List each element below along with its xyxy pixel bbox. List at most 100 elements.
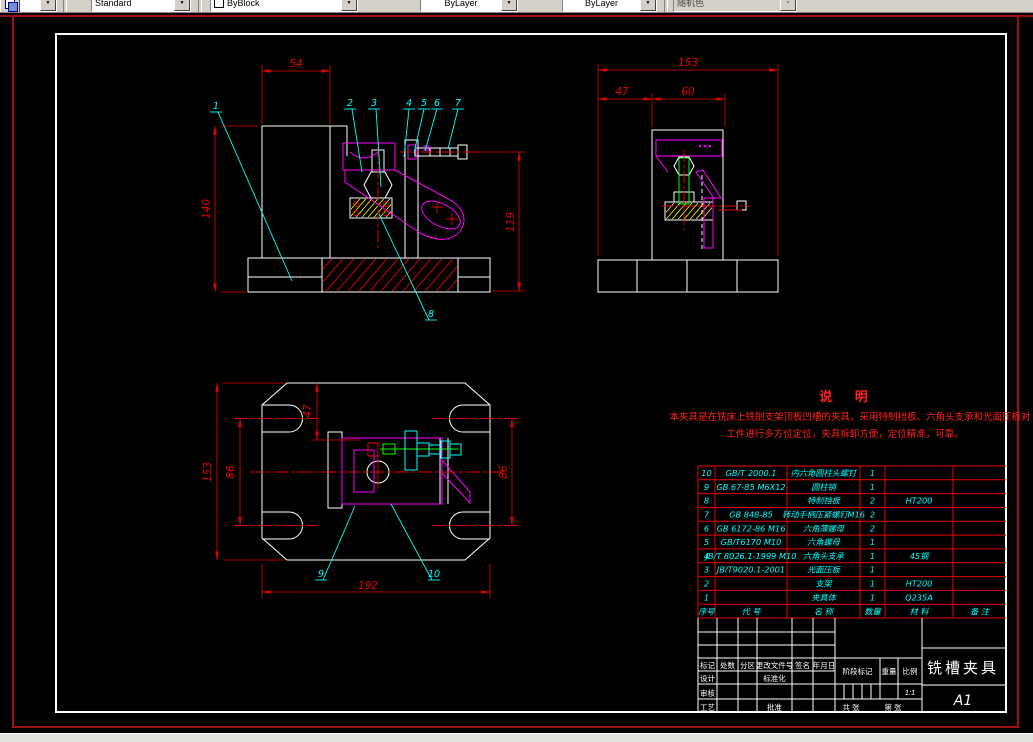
bom-cell-text: GB/T 2000.1: [726, 468, 777, 478]
dim-text: 54: [289, 58, 302, 70]
top-leader-lines: [315, 503, 440, 581]
bom-cell-text: 9: [704, 482, 709, 492]
role-label-approve: 批准: [767, 702, 782, 712]
front-view: 54 140 119 1 2 3 4 5 6 7 8: [201, 58, 525, 321]
bom-header-text: 代 号: [742, 607, 762, 617]
fixture-body-plan: [341, 437, 471, 505]
cad-application-window: { "toolbar": { "combos": { "style": "Sta…: [0, 0, 1033, 742]
role-label-design: 设计: [700, 673, 715, 683]
bom-cell-text: 六角螺母: [807, 537, 841, 547]
bom-cell-text: 1: [870, 482, 875, 492]
bom-cell-text: GB/T6170 M10: [721, 537, 782, 547]
styles-manager-button[interactable]: [0, 0, 20, 12]
side-centerlines: [662, 150, 750, 230]
side-view: 153 47 60: [597, 57, 779, 293]
model-space-canvas[interactable]: 54 140 119 1 2 3 4 5 6 7 8 153 47 60 153…: [0, 0, 1033, 741]
bom-cell-text: 2: [870, 523, 875, 533]
screw-assembly-plan: [367, 430, 462, 471]
bom-cell-text: JB/T9020.1-2001: [715, 565, 785, 575]
bom-cell-text: 圆柱销: [811, 482, 837, 492]
toolbar: ▼ Standard ▼ ByBlock ▼ ByLayer ▼ ByLayer…: [0, 0, 1033, 13]
leader-label: 6: [434, 98, 440, 109]
notes-title: 说 明: [819, 389, 877, 405]
dim-text: 192: [358, 580, 378, 592]
bom-cell-text: 1: [870, 468, 875, 478]
bom-cell-text: Q235A: [905, 592, 933, 602]
toolbar-separator: [63, 0, 67, 12]
scale-value: 1:1: [905, 688, 915, 697]
styles-icon: [4, 0, 18, 12]
chevron-down-icon[interactable]: ▼: [501, 0, 517, 11]
leader-label: 7: [455, 98, 461, 109]
role-label-review: 审核: [700, 688, 715, 698]
dim-text: 47: [615, 86, 629, 98]
bom-cell-text: GB 6172-86 M16: [717, 523, 786, 533]
bom-cell-text: 3: [704, 565, 709, 575]
bom-header-text: 名 称: [814, 607, 835, 617]
bom-cell-text: 1: [870, 537, 875, 547]
stage-label: 阶段标记: [843, 666, 873, 676]
bom-cell-text: 光面压板: [807, 565, 842, 575]
bom-cell-text: HT200: [906, 496, 933, 506]
dim-text: 153: [202, 462, 214, 482]
bom-cell-text: GB 848-85: [729, 509, 773, 519]
bom-cell-text: 1: [870, 579, 875, 589]
linetype-value: ByLayer: [444, 0, 478, 8]
bom-cell-text: 6: [704, 523, 709, 533]
chevron-down-icon[interactable]: ▼: [341, 0, 357, 11]
lineweight-control-combo[interactable]: ByLayer ▼: [562, 0, 657, 12]
role-label-standardization: 标准化: [763, 673, 786, 683]
sheet-size: A1: [953, 693, 972, 709]
bom-header-text: 备 注: [970, 607, 991, 617]
plotstyle-control-combo[interactable]: 随机色 ▼: [673, 0, 797, 12]
bom-cell-text: 2: [704, 579, 709, 589]
top-dimensions: [215, 382, 514, 598]
dim-text: 47: [302, 404, 314, 418]
notes-line: 本夹具是在铣床上铣削支架顶板凹槽的夹具，采用特制挡板、六角头支承和光面压板对: [669, 411, 1031, 423]
bom-cell-text: 支架: [815, 579, 833, 589]
bom-header-text: 材 料: [910, 607, 930, 617]
top-centerlines: [234, 418, 518, 526]
bom-cell-text: 转动手柄压紧螺钉M16: [782, 509, 865, 519]
bom-cell-text: 8: [704, 496, 709, 506]
scale-label: 比例: [903, 666, 918, 676]
linetype-control-combo[interactable]: ByLayer ▼: [420, 0, 518, 12]
bom-header-text: 序号: [698, 607, 715, 617]
revision-header: 处数: [720, 660, 735, 670]
notes-line: 工件进行多方位定位，夹具拆卸方便，定位精准，可靠。: [726, 428, 964, 440]
bom-rows: 10 GB/T 2000.1 内六角圆柱头螺钉 1 9 GB 67-85 M6X12 圆柱销…: [698, 468, 990, 617]
bom-cell-text: 5: [704, 537, 709, 547]
chevron-down-icon[interactable]: ▼: [640, 0, 656, 11]
bom-cell-text: 特制挡板: [807, 496, 842, 506]
text-style-combo[interactable]: Standard ▼: [91, 0, 191, 12]
chevron-down-icon[interactable]: ▼: [40, 0, 56, 11]
revision-header: 标记: [700, 660, 715, 670]
lineweight-value: ByLayer: [584, 0, 619, 8]
dim-text: 119: [505, 212, 517, 232]
chevron-down-icon[interactable]: ▼: [174, 0, 190, 11]
bom-cell-text: 2: [870, 496, 875, 506]
bom-cell-text: 六角薄螺母: [803, 523, 845, 533]
revision-header: 年月日: [813, 660, 836, 670]
color-control-combo[interactable]: ByBlock ▼: [210, 0, 358, 12]
leader-label: 3: [371, 98, 377, 109]
bom-cell-text: 1: [870, 551, 875, 561]
leader-label: 10: [428, 569, 440, 580]
toolbar-separator: [664, 0, 668, 12]
bom-cell-text: 内六角圆柱头螺钉: [791, 468, 858, 478]
bom-cell-text: 7: [704, 509, 710, 519]
bom-header-text: 数量: [864, 607, 881, 617]
bom-cell-text: 45钢: [910, 551, 930, 561]
top-view: 153 86 47 86 192 9 10: [202, 382, 518, 598]
bom-cell-text: JB/T 8026.1-1999 M10: [704, 551, 797, 561]
notes: 说 明 本夹具是在铣床上铣削支架顶板凹槽的夹具，采用特制挡板、六角头支承和光面压…: [669, 389, 1031, 440]
dim-text: 153: [678, 57, 698, 69]
sheet-no-label: 第 张: [884, 702, 902, 712]
chevron-down-icon: ▼: [780, 0, 796, 11]
bom-cell-text: 六角头支承: [803, 551, 845, 561]
bom-cell-text: 夹具体: [811, 592, 837, 602]
color-swatch: [214, 0, 224, 8]
revision-header: 更改文件号: [756, 660, 794, 670]
leader-label: 8: [428, 309, 434, 320]
dim-text: 140: [201, 199, 213, 219]
